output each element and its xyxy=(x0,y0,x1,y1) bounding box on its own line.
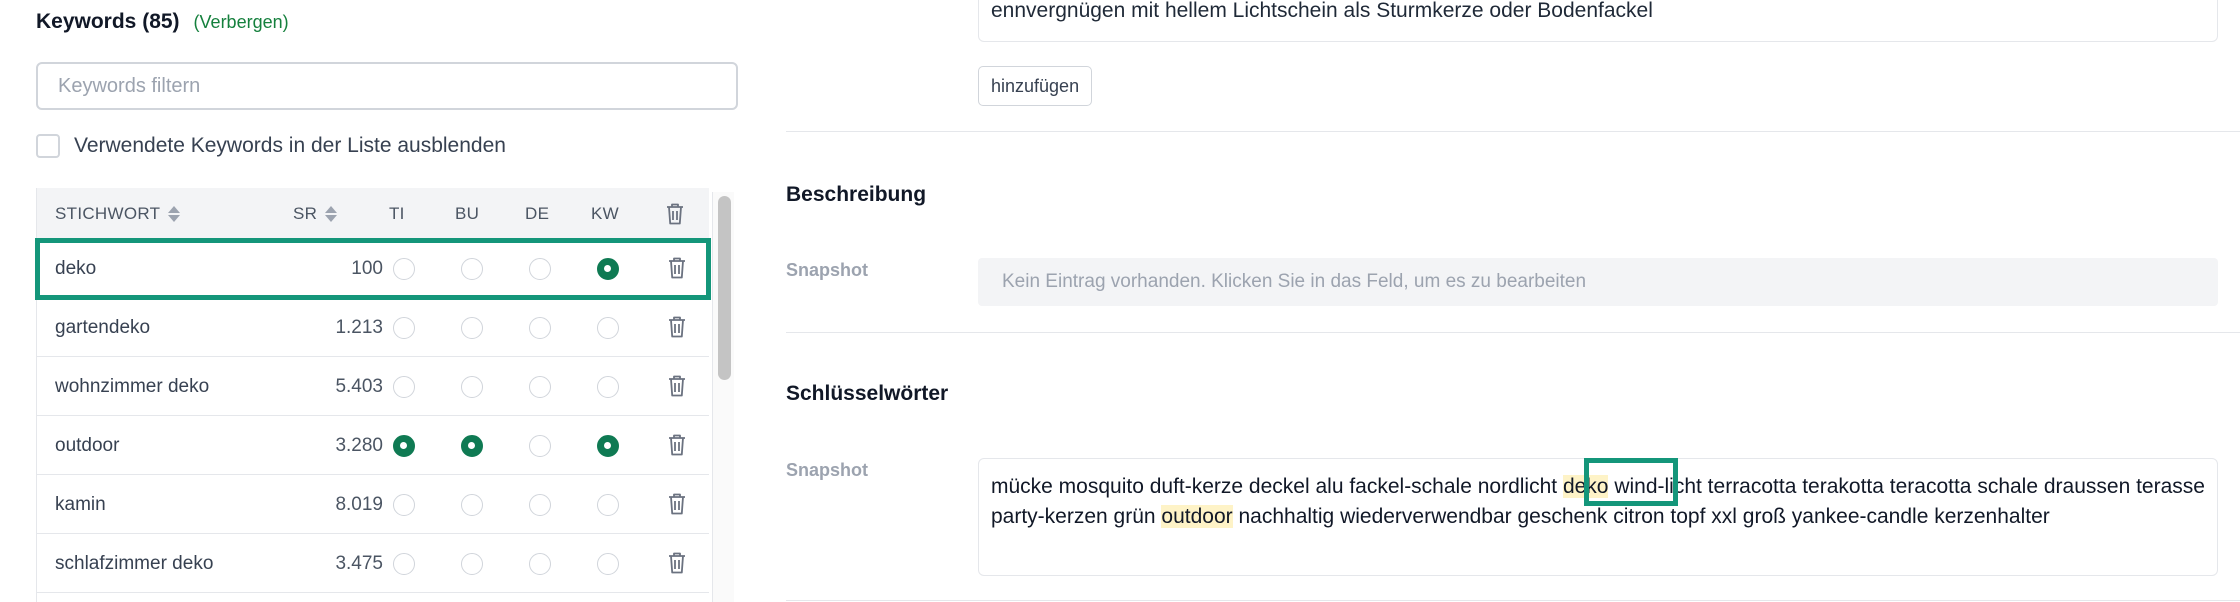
de-radio[interactable] xyxy=(529,435,551,457)
bu-radio[interactable] xyxy=(461,494,483,516)
bu-radio[interactable] xyxy=(461,376,483,398)
column-label-stichwort: STICHWORT xyxy=(55,204,161,223)
hide-keywords-link[interactable]: (Verbergen) xyxy=(194,12,289,33)
table-row[interactable]: outdoor 3.280 xyxy=(37,417,709,475)
keywords-header: Keywords (85) (Verbergen) xyxy=(36,10,289,34)
sort-icon[interactable] xyxy=(325,206,338,222)
column-header-sr[interactable]: SR xyxy=(293,204,338,224)
column-header-kw: KW xyxy=(591,204,619,224)
search-rank-cell: 100 xyxy=(351,258,383,279)
kw-radio[interactable] xyxy=(597,553,619,575)
ti-radio[interactable] xyxy=(393,317,415,339)
search-rank-cell: 5.403 xyxy=(335,376,383,397)
search-rank-cell: 3.280 xyxy=(335,435,383,456)
de-radio[interactable] xyxy=(529,258,551,280)
keywords-title: Keywords (85) xyxy=(36,10,180,33)
table-row[interactable]: gartendeko 1.213 xyxy=(37,299,709,357)
table-scrollbar[interactable] xyxy=(712,192,734,602)
keyword-cell: wohnzimmer deko xyxy=(55,376,210,397)
keywords-snapshot-label: Snapshot xyxy=(786,460,869,480)
table-header: STICHWORT SR TI BU DE KW xyxy=(37,188,709,240)
keywords-panel: Keywords (85) (Verbergen) Verwendete Key… xyxy=(0,0,760,602)
keyword-filter-input[interactable] xyxy=(36,62,738,110)
bu-radio[interactable] xyxy=(461,317,483,339)
column-header-bu: BU xyxy=(455,204,479,224)
hide-used-keywords-label: Verwendete Keywords in der Liste ausblen… xyxy=(74,134,506,157)
divider xyxy=(786,332,2240,333)
trash-icon[interactable] xyxy=(667,315,687,339)
keyword-cell: deko xyxy=(55,258,97,279)
column-label-de: DE xyxy=(525,204,550,223)
keyword-cell: schlafzimmer deko xyxy=(55,553,214,574)
keyword-cell: kamin xyxy=(55,494,106,515)
ti-radio[interactable] xyxy=(393,435,415,457)
description-title: Beschreibung xyxy=(786,183,927,206)
column-label-kw: KW xyxy=(591,204,619,223)
divider xyxy=(786,131,2240,132)
ti-radio[interactable] xyxy=(393,553,415,575)
column-header-stichwort[interactable]: STICHWORT xyxy=(55,204,181,224)
column-label-sr: SR xyxy=(293,204,318,223)
bu-radio[interactable] xyxy=(461,435,483,457)
column-header-ti: TI xyxy=(389,204,405,224)
table-row[interactable]: schlafzimmer deko 3.475 xyxy=(37,535,709,593)
description-snapshot-label: Snapshot xyxy=(786,260,869,280)
keywords-title: Schlüsselwörter xyxy=(786,382,949,405)
ti-radio[interactable] xyxy=(393,376,415,398)
keyword-cell: outdoor xyxy=(55,435,120,456)
bu-radio[interactable] xyxy=(461,553,483,575)
de-radio[interactable] xyxy=(529,553,551,575)
kw-radio[interactable] xyxy=(597,317,619,339)
de-radio[interactable] xyxy=(529,376,551,398)
search-rank-cell: 8.019 xyxy=(335,494,383,515)
table-row[interactable]: kamin 8.019 xyxy=(37,476,709,534)
kw-radio[interactable] xyxy=(597,376,619,398)
bu-radio[interactable] xyxy=(461,258,483,280)
description-field[interactable]: Kein Eintrag vorhanden. Klicken Sie in d… xyxy=(978,258,2218,306)
column-label-ti: TI xyxy=(389,204,405,223)
table-row[interactable]: deko 100 xyxy=(35,238,711,300)
add-button[interactable]: hinzufügen xyxy=(978,66,1093,106)
bullet-text-field[interactable]: ennvergnügen mit hellem Lichtschein als … xyxy=(978,0,2218,42)
delete-all-icon[interactable] xyxy=(665,202,685,226)
trash-icon[interactable] xyxy=(667,433,687,457)
kw-radio[interactable] xyxy=(597,258,619,280)
ti-radio[interactable] xyxy=(393,494,415,516)
kw-radio[interactable] xyxy=(597,435,619,457)
search-rank-cell: 3.475 xyxy=(335,553,383,574)
hide-used-keywords-option[interactable]: Verwendete Keywords in der Liste ausblen… xyxy=(36,134,506,158)
sort-icon[interactable] xyxy=(168,206,181,222)
keyword-cell: gartendeko xyxy=(55,317,151,338)
ti-radio[interactable] xyxy=(393,258,415,280)
highlight-selection-box xyxy=(1584,458,1678,506)
scrollbar-thumb[interactable] xyxy=(718,196,731,380)
trash-icon[interactable] xyxy=(667,492,687,516)
table-row[interactable]: wohnzimmer deko 5.403 xyxy=(37,358,709,416)
search-rank-cell: 1.213 xyxy=(335,317,383,338)
trash-icon[interactable] xyxy=(667,256,687,280)
hide-used-keywords-checkbox[interactable] xyxy=(36,134,60,158)
kw-radio[interactable] xyxy=(597,494,619,516)
highlighted-keyword: outdoor xyxy=(1161,505,1233,528)
column-label-bu: BU xyxy=(455,204,480,223)
keywords-table: STICHWORT SR TI BU DE KW deko 100 gartende… xyxy=(35,188,711,602)
trash-icon[interactable] xyxy=(667,374,687,398)
column-header-de: DE xyxy=(525,204,549,224)
de-radio[interactable] xyxy=(529,317,551,339)
de-radio[interactable] xyxy=(529,494,551,516)
divider xyxy=(786,600,2240,601)
editor-panel: ennvergnügen mit hellem Lichtschein als … xyxy=(786,0,2240,602)
trash-icon[interactable] xyxy=(667,551,687,575)
keywords-text: mücke mosquito duft-kerze deckel alu fac… xyxy=(991,475,1563,498)
keywords-text: nachhaltig wiederverwendbar geschenk cit… xyxy=(1232,505,2050,528)
